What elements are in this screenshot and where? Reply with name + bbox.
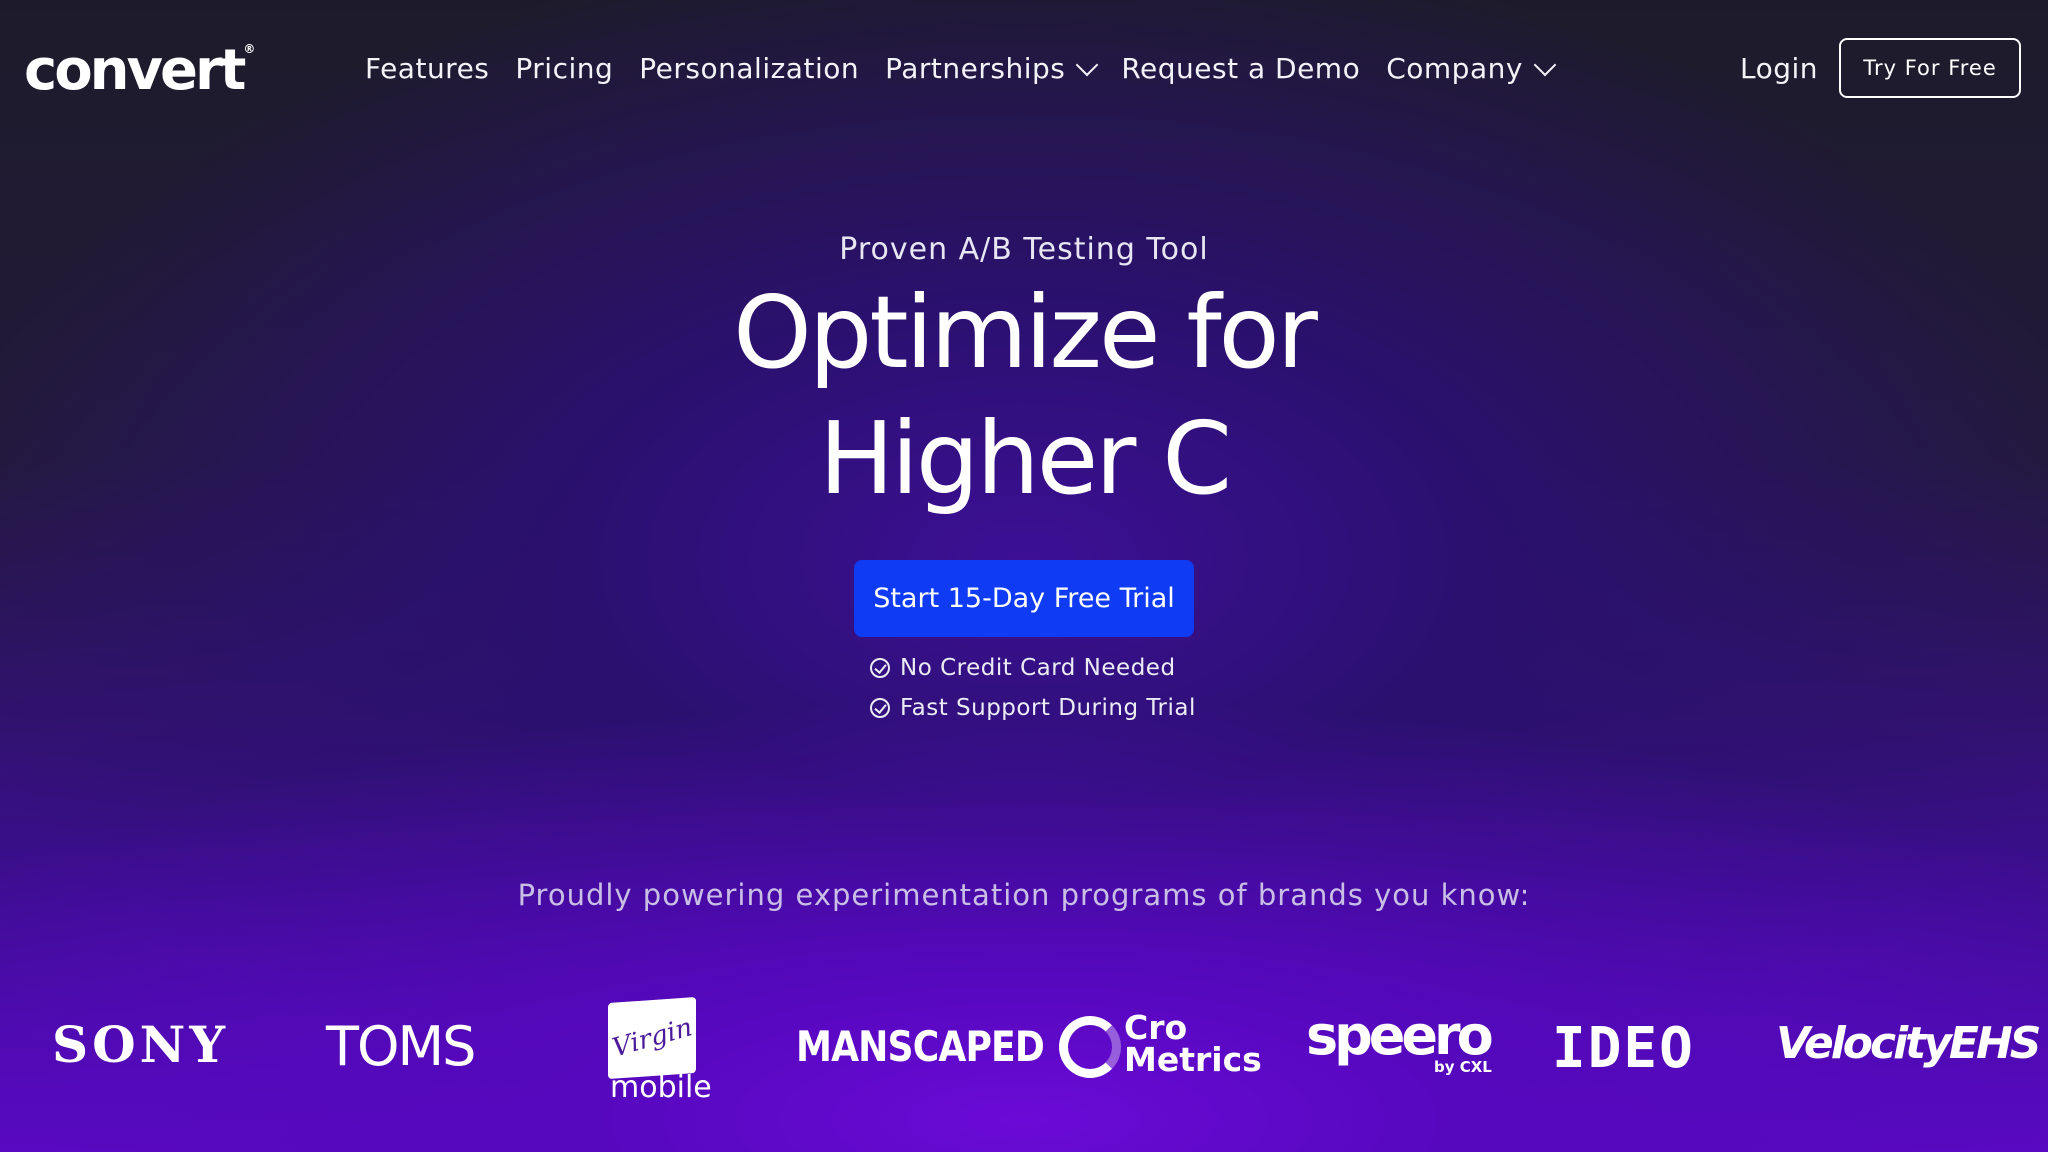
convert-logo[interactable]: convert® (24, 38, 255, 103)
nav-links: Features Pricing Personalization Partner… (365, 52, 1557, 85)
headline-line-2: Higher C (818, 400, 1232, 517)
start-trial-button[interactable]: Start 15-Day Free Trial (854, 560, 1194, 637)
virgin-mobile-logo: Virgin (608, 996, 696, 1080)
nav-link-company[interactable]: Company (1386, 52, 1557, 85)
chevron-down-icon (1076, 53, 1099, 76)
nav-link-pricing[interactable]: Pricing (515, 52, 613, 85)
brands-intro: Proudly powering experimentation program… (517, 878, 1531, 912)
benefit-item: Fast Support During Trial (870, 688, 1196, 728)
logo-text: convert (24, 38, 246, 103)
nav-link-label: Pricing (515, 52, 614, 85)
nav-link-features[interactable]: Features (365, 52, 489, 85)
nav-link-label: Personalization (639, 52, 860, 85)
check-circle-icon (870, 698, 890, 718)
hero-eyebrow: Proven A/B Testing Tool (839, 232, 1209, 267)
try-for-free-button[interactable]: Try For Free (1839, 38, 2021, 98)
trial-benefits: No Credit Card Needed Fast Support Durin… (870, 648, 1196, 728)
manscaped-logo: MANSCAPED (796, 1022, 1045, 1071)
nav-link-label: Company (1386, 52, 1523, 85)
nav-link-personalization[interactable]: Personalization (639, 52, 859, 85)
nav-link-label: Features (365, 52, 490, 85)
cro-metrics-ring-icon (1059, 1016, 1121, 1078)
top-navigation: convert® Features Pricing Personalizatio… (0, 0, 2048, 140)
benefit-item: No Credit Card Needed (870, 648, 1196, 688)
speero-by-cxl: by CXL (1434, 1058, 1492, 1076)
benefit-label: Fast Support During Trial (900, 695, 1196, 721)
virgin-mobile-text: mobile (610, 1070, 712, 1105)
sony-logo: SONY (52, 1015, 230, 1074)
nav-link-partnerships[interactable]: Partnerships (885, 52, 1099, 85)
headline-line-1: Optimize for (733, 274, 1318, 391)
benefit-label: No Credit Card Needed (900, 655, 1176, 681)
logo-registered: ® (243, 42, 256, 56)
virgin-script: Virgin (609, 1012, 695, 1064)
toms-logo: TOMS (326, 1015, 476, 1078)
cro-metrics-logo: Cro Metrics (1124, 1011, 1262, 1079)
nav-link-label: Partnerships (885, 52, 1066, 85)
ideo-logo: IDEO (1552, 1016, 1695, 1081)
cro-line-2: Metrics (1124, 1040, 1262, 1079)
nav-link-label: Request a Demo (1121, 52, 1361, 85)
hero-headline: Optimize for Higher C (0, 270, 2048, 522)
chevron-down-icon (1533, 53, 1557, 76)
check-circle-icon (870, 658, 890, 678)
velocity-ehs-logo: VelocityEHS (1776, 1018, 2041, 1069)
login-link[interactable]: Login (1740, 52, 1818, 85)
nav-link-request-demo[interactable]: Request a Demo (1121, 52, 1360, 85)
